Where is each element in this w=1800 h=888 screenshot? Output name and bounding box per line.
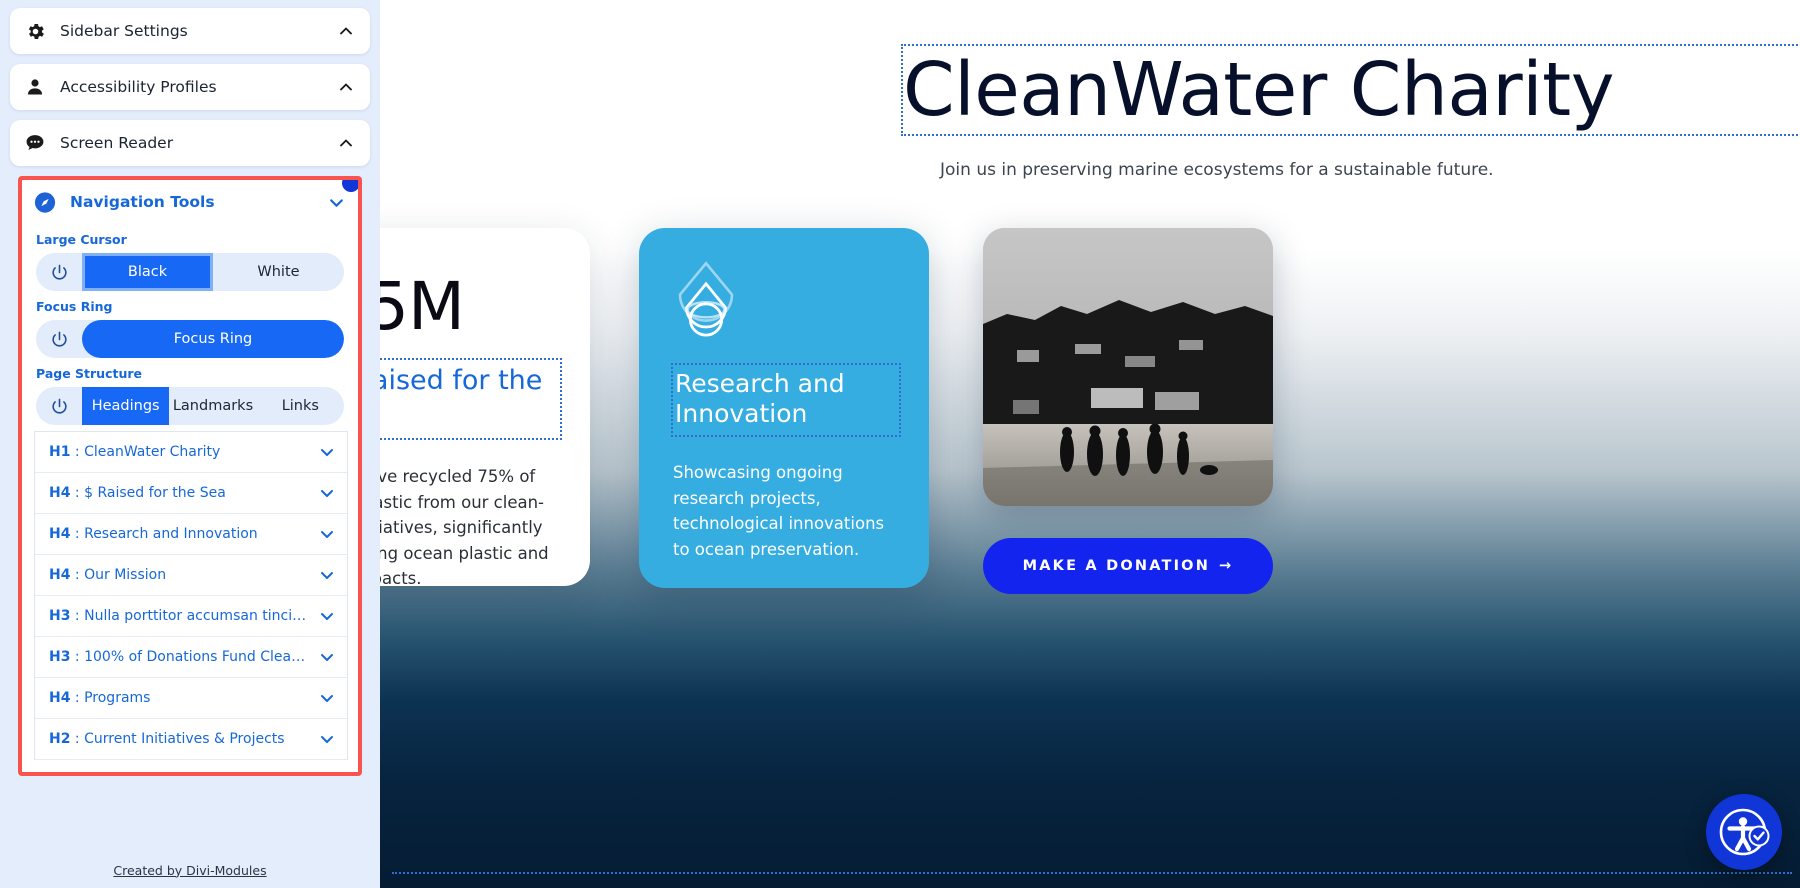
heading-entry-label: H4 : Our Mission bbox=[49, 567, 167, 583]
list-item[interactable]: H4 : Programs bbox=[35, 678, 347, 719]
speech-bubble-icon bbox=[24, 132, 46, 154]
heading-entry-label: H4 : $ Raised for the Sea bbox=[49, 485, 226, 501]
list-item[interactable]: H4 : $ Raised for the Sea bbox=[35, 473, 347, 514]
accordion-header[interactable]: Sidebar Settings bbox=[10, 8, 370, 54]
make-a-donation-button[interactable]: MAKE A DONATION → bbox=[983, 538, 1273, 594]
accordion-sidebar-settings[interactable]: Sidebar Settings bbox=[10, 8, 370, 54]
group-label-page-structure: Page Structure bbox=[36, 366, 143, 381]
heading-entry-label: H3 : 100% of Donations Fund Clean and Sa… bbox=[49, 649, 311, 665]
chevron-down-icon[interactable] bbox=[328, 194, 344, 210]
page-title: CleanWater Charity bbox=[901, 44, 1800, 136]
gear-icon bbox=[24, 20, 46, 42]
chevron-up-icon[interactable] bbox=[338, 79, 354, 95]
list-item[interactable]: H1 : CleanWater Charity bbox=[35, 432, 347, 473]
chevron-down-icon[interactable] bbox=[319, 649, 335, 665]
navigation-tools-header[interactable]: Navigation Tools bbox=[22, 180, 358, 224]
hero-section: CleanWater Charity Join us in preserving… bbox=[380, 0, 1800, 220]
segmented-control-page-structure[interactable]: Headings Landmarks Links bbox=[36, 387, 344, 425]
research-heading: Research and Innovation bbox=[671, 363, 901, 437]
check-circle-icon bbox=[1748, 825, 1770, 847]
chevron-down-icon[interactable] bbox=[319, 567, 335, 583]
chevron-up-icon[interactable] bbox=[338, 135, 354, 151]
water-drop-icon bbox=[678, 261, 734, 337]
accordion-header[interactable]: Screen Reader bbox=[10, 120, 370, 166]
accessibility-sidebar: Sidebar Settings Accessibility Profiles … bbox=[0, 0, 380, 888]
sidebar-scroll-area[interactable]: Sidebar Settings Accessibility Profiles … bbox=[0, 0, 380, 852]
accordion-screen-reader[interactable]: Screen Reader bbox=[10, 120, 370, 166]
chevron-down-icon[interactable] bbox=[319, 485, 335, 501]
segmented-control-large-cursor[interactable]: Black White bbox=[36, 253, 344, 291]
heading-entry-label: H2 : Current Initiatives & Projects bbox=[49, 731, 285, 747]
list-item[interactable]: H3 : 100% of Donations Fund Clean and Sa… bbox=[35, 637, 347, 678]
accessibility-widget-button[interactable] bbox=[1706, 794, 1782, 870]
compass-icon bbox=[34, 191, 56, 213]
accordion-label: Accessibility Profiles bbox=[60, 78, 217, 96]
list-item[interactable]: H2 : Current Initiatives & Projects bbox=[35, 719, 347, 760]
research-card: Research and Innovation Showcasing ongoi… bbox=[639, 228, 929, 588]
headings-list[interactable]: H1 : CleanWater Charity H4 : $ Raised fo… bbox=[34, 431, 348, 760]
footer-dotted-divider bbox=[392, 872, 1792, 874]
group-label-focus-ring: Focus Ring bbox=[36, 299, 113, 314]
option-white[interactable]: White bbox=[213, 253, 344, 291]
beach-volunteers-photo bbox=[983, 228, 1273, 506]
navigation-tools-panel: Navigation Tools Large Cursor Black Whit… bbox=[18, 176, 362, 776]
accordion-header[interactable]: Accessibility Profiles bbox=[10, 64, 370, 110]
heading-entry-label: H1 : CleanWater Charity bbox=[49, 444, 221, 460]
power-icon[interactable] bbox=[36, 387, 82, 425]
group-label-large-cursor: Large Cursor bbox=[36, 232, 127, 247]
chevron-down-icon[interactable] bbox=[319, 444, 335, 460]
sidebar-footer: Created by Divi-Modules bbox=[0, 852, 380, 888]
chevron-up-icon[interactable] bbox=[338, 23, 354, 39]
tab-landmarks[interactable]: Landmarks bbox=[169, 387, 256, 425]
chevron-down-icon[interactable] bbox=[319, 731, 335, 747]
option-black[interactable]: Black bbox=[82, 253, 213, 291]
option-focus-ring[interactable]: Focus Ring bbox=[82, 320, 344, 358]
arrow-right-icon: → bbox=[1219, 558, 1234, 574]
navigation-tools-label: Navigation Tools bbox=[70, 193, 215, 211]
accordion-accessibility-profiles[interactable]: Accessibility Profiles bbox=[10, 64, 370, 110]
chevron-down-icon[interactable] bbox=[319, 690, 335, 706]
power-icon[interactable] bbox=[36, 253, 82, 291]
list-item[interactable]: H3 : Nulla porttitor accumsan tincidunt.… bbox=[35, 596, 347, 637]
page-subtitle: Join us in preserving marine ecosystems … bbox=[940, 160, 1494, 180]
power-icon[interactable] bbox=[36, 320, 82, 358]
accessibility-person-icon bbox=[1719, 808, 1770, 856]
tab-headings[interactable]: Headings bbox=[82, 387, 170, 425]
heading-entry-label: H3 : Nulla porttitor accumsan tincidunt.… bbox=[49, 608, 311, 624]
heading-entry-label: H4 : Research and Innovation bbox=[49, 526, 258, 542]
list-item[interactable]: H4 : Our Mission bbox=[35, 555, 347, 596]
segmented-control-focus-ring[interactable]: Focus Ring bbox=[36, 320, 344, 358]
chevron-down-icon[interactable] bbox=[319, 608, 335, 624]
accordion-label: Sidebar Settings bbox=[60, 22, 188, 40]
tab-links[interactable]: Links bbox=[257, 387, 344, 425]
heading-entry-label: H4 : Programs bbox=[49, 690, 151, 706]
donate-label: MAKE A DONATION bbox=[1022, 558, 1211, 574]
list-item[interactable]: H4 : Research and Innovation bbox=[35, 514, 347, 555]
screen-root: CleanWater Charity Join us in preserving… bbox=[0, 0, 1800, 888]
credit-link[interactable]: Created by Divi-Modules bbox=[113, 863, 266, 878]
person-icon bbox=[24, 76, 46, 98]
chevron-down-icon[interactable] bbox=[319, 526, 335, 542]
research-body: Showcasing ongoing research projects, te… bbox=[673, 463, 885, 559]
accordion-label: Screen Reader bbox=[60, 134, 174, 152]
